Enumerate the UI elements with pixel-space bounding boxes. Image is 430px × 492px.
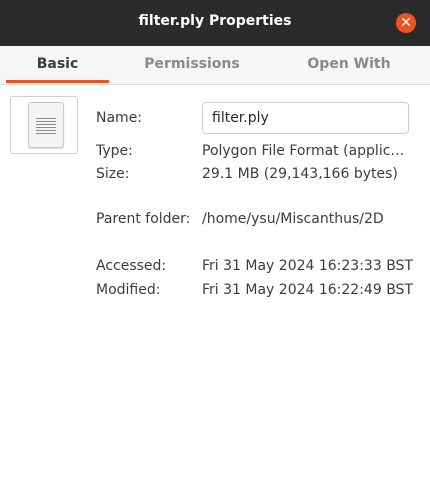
- name-label: Name:: [96, 110, 143, 126]
- close-icon: ✕: [400, 15, 412, 31]
- tab-permissions[interactable]: Permissions: [122, 46, 262, 82]
- modified-value: Fri 31 May 2024 16:22:49 BST: [202, 282, 413, 298]
- accessed-value: Fri 31 May 2024 16:23:33 BST: [202, 258, 413, 274]
- file-icon-button[interactable]: [10, 96, 78, 154]
- size-label: Size:: [96, 166, 130, 182]
- tab-basic[interactable]: Basic: [6, 46, 109, 83]
- name-field[interactable]: [202, 102, 409, 134]
- accessed-label: Accessed:: [96, 258, 167, 274]
- window-title: filter.ply Properties: [138, 13, 292, 29]
- title-bar: filter.ply Properties ✕: [0, 0, 430, 46]
- document-icon: [28, 102, 64, 148]
- type-value: Polygon File Format (applica…: [202, 143, 412, 159]
- tab-open-with[interactable]: Open With: [275, 46, 423, 82]
- properties-dialog: filter.ply Properties ✕ Basic Permission…: [0, 0, 430, 492]
- parent-folder-label: Parent folder:: [96, 211, 191, 227]
- parent-folder-value: /home/ysu/Miscanthus/2D: [202, 211, 384, 227]
- tab-bar: Basic Permissions Open With: [0, 46, 430, 85]
- type-label: Type:: [96, 143, 133, 159]
- modified-label: Modified:: [96, 282, 161, 298]
- size-value: 29.1 MB (29,143,166 bytes): [202, 166, 398, 182]
- close-button[interactable]: ✕: [396, 13, 416, 33]
